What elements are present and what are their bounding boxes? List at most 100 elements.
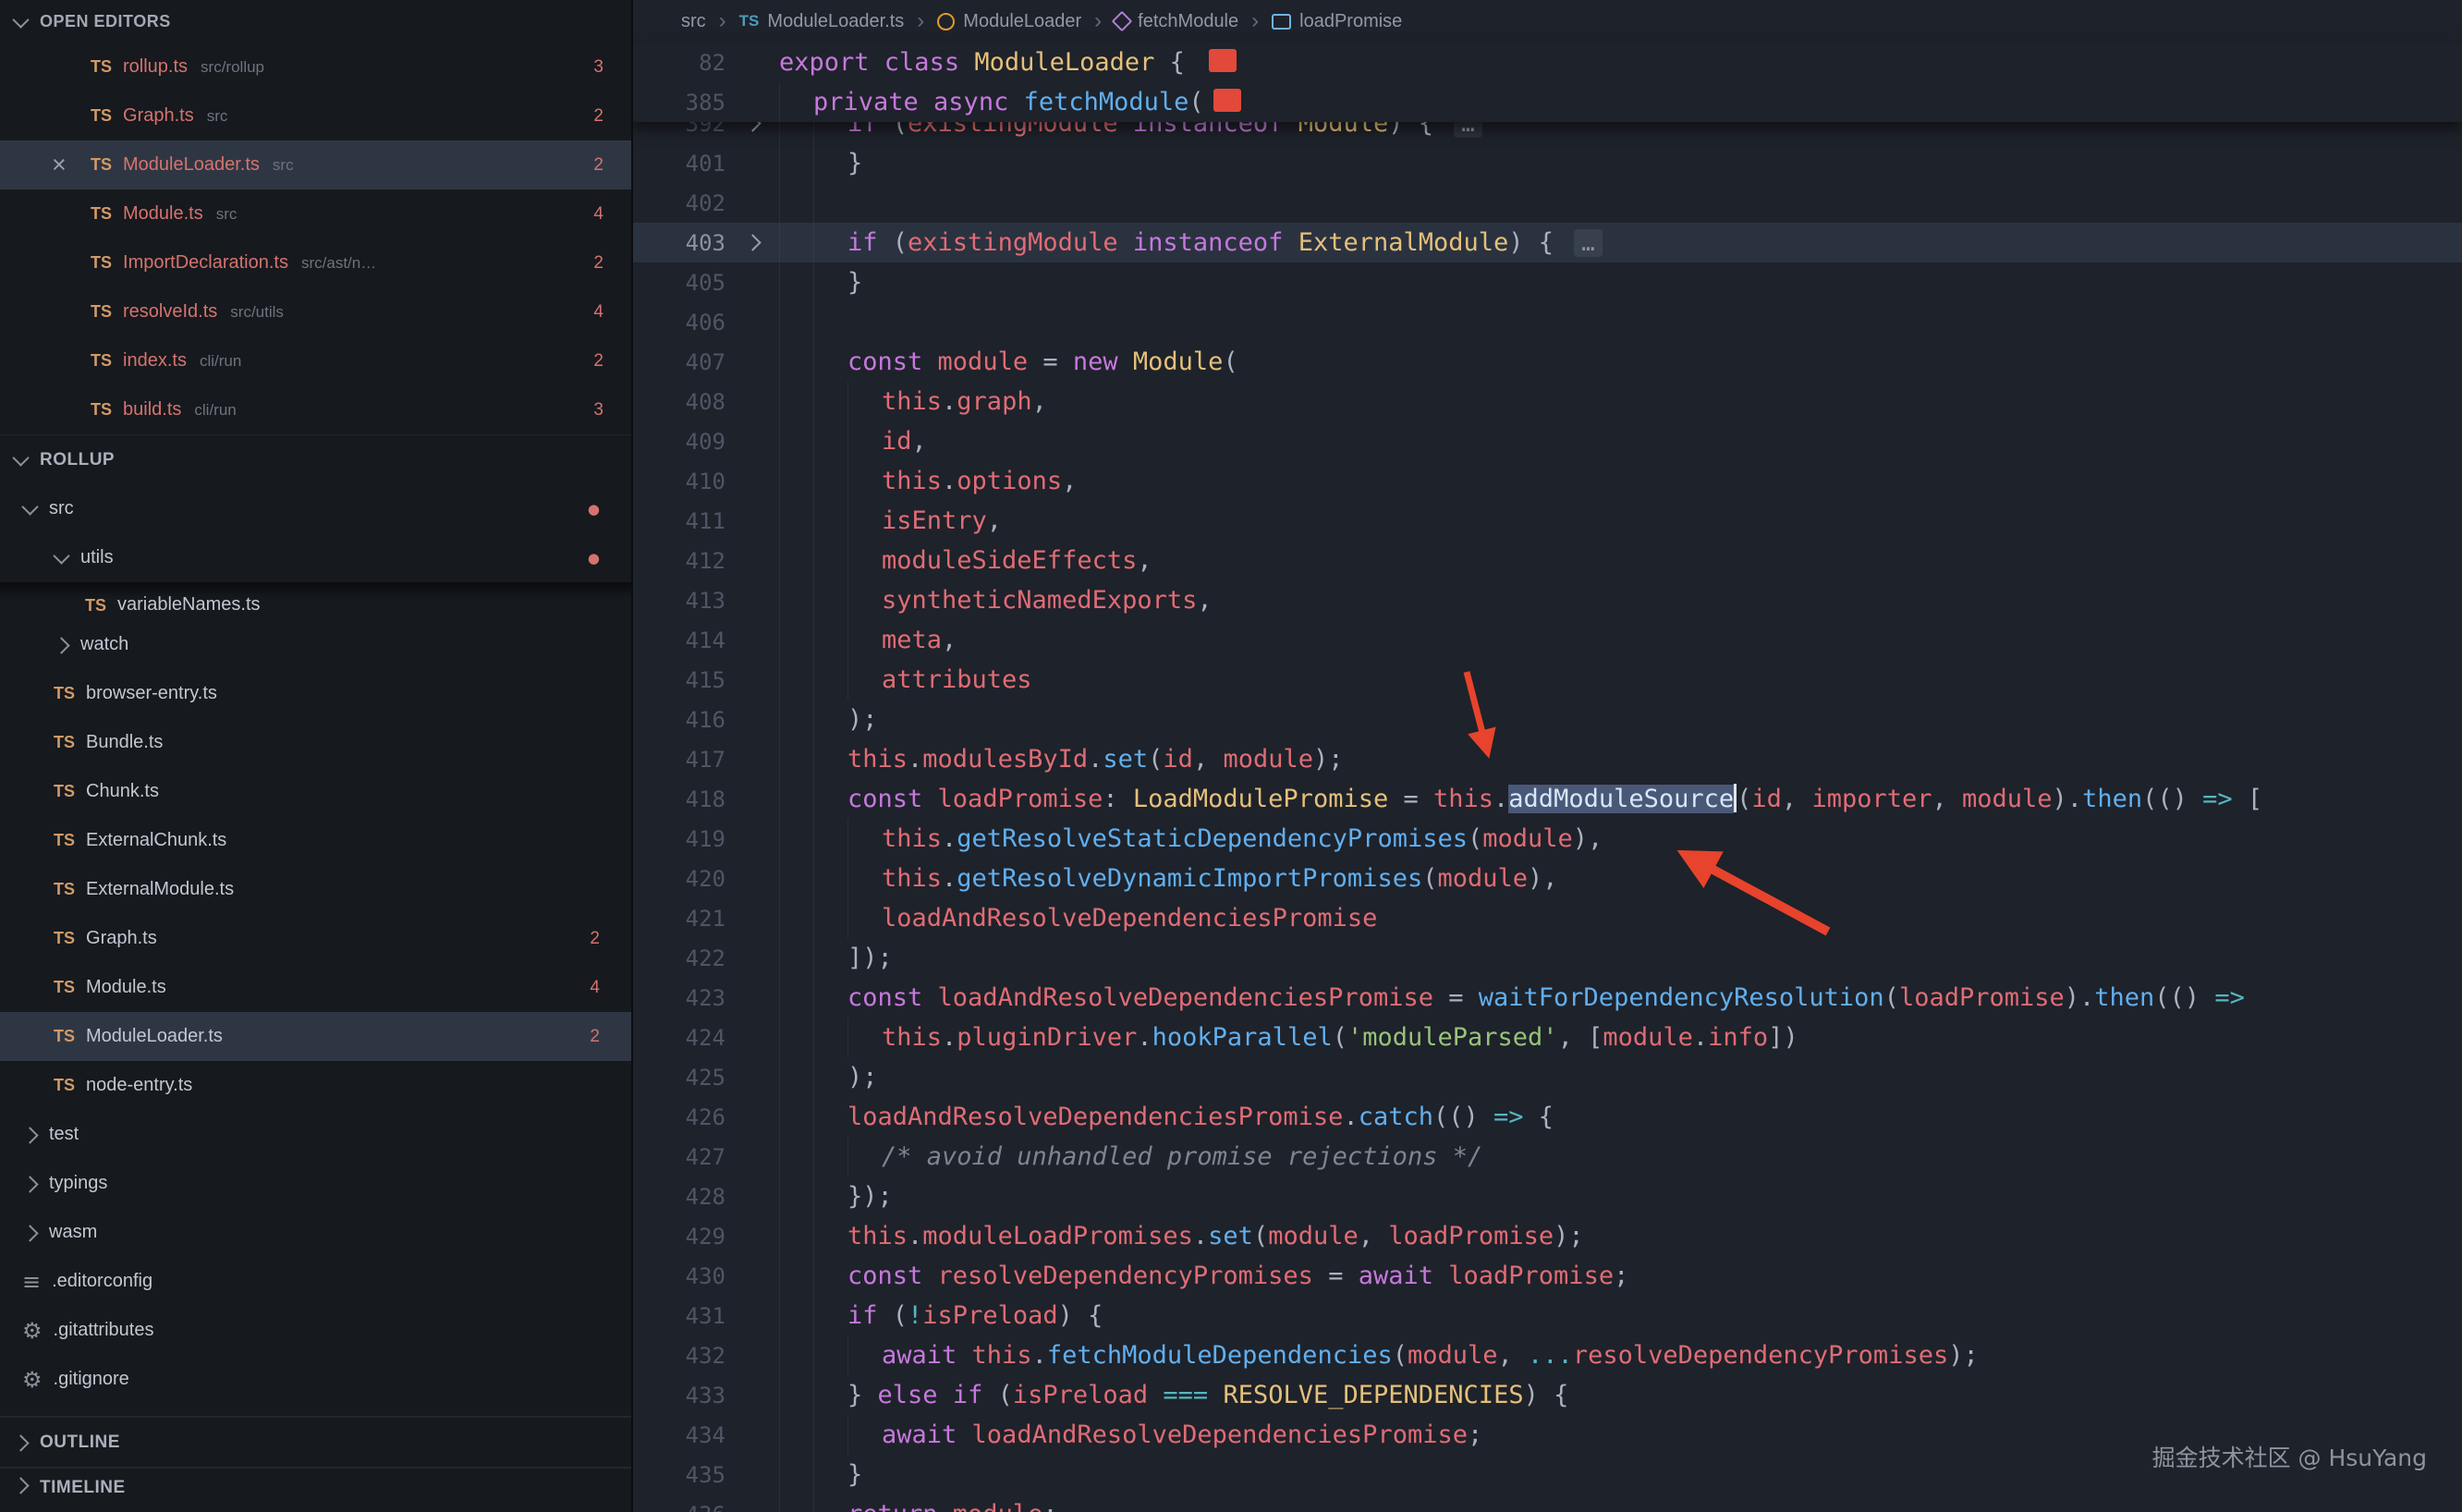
open-editor-filename: resolveId.ts <box>123 301 217 323</box>
outline-header[interactable]: OUTLINE <box>0 1416 631 1467</box>
tree-file-Bundle.ts[interactable]: TSBundle.ts <box>0 718 631 767</box>
breadcrumb-item-loadPromise[interactable]: loadPromise <box>1272 11 1402 32</box>
breadcrumb-label: fetchModule <box>1138 11 1238 32</box>
tree-root-header[interactable]: ROLLUP <box>0 435 631 484</box>
tree-file-variableNames.ts[interactable]: TSvariableNames.ts <box>0 582 631 620</box>
line-number: 401 <box>633 151 725 177</box>
tree-file-.gitattributes[interactable]: ⚙.gitattributes <box>0 1306 631 1355</box>
open-editor-item[interactable]: TSresolveId.tssrc/utils4 <box>0 287 631 336</box>
annotation-box <box>1209 49 1237 72</box>
open-editor-item[interactable]: TSbuild.tscli/run3 <box>0 385 631 434</box>
git-change-badge: 3 <box>593 400 603 421</box>
tree-file-.gitignore[interactable]: ⚙.gitignore <box>0 1355 631 1404</box>
tree-file-node-entry.ts[interactable]: TSnode-entry.ts <box>0 1061 631 1110</box>
ts-file-icon: TS <box>91 57 112 77</box>
code-line-416[interactable]: 416); <box>633 700 2462 739</box>
tree-folder-watch[interactable]: watch <box>0 620 631 669</box>
code-line-429[interactable]: 429this.moduleLoadPromises.set(module, l… <box>633 1216 2462 1256</box>
code-line-414[interactable]: 414meta, <box>633 620 2462 660</box>
open-editor-filepath: src/rollup <box>201 58 264 77</box>
breadcrumb-item-ModuleLoader.ts[interactable]: TSModuleLoader.ts <box>739 11 905 32</box>
fold-collapsed-icon[interactable] <box>725 237 779 249</box>
code-line-385[interactable]: 385private async fetchModule( <box>633 82 2462 122</box>
code-line-421[interactable]: 421loadAndResolveDependenciesPromise <box>633 898 2462 938</box>
close-icon[interactable]: × <box>52 152 91 177</box>
code-line-413[interactable]: 413syntheticNamedExports, <box>633 580 2462 620</box>
code-line-406[interactable]: 406 <box>633 302 2462 342</box>
code-line-417[interactable]: 417this.modulesById.set(id, module); <box>633 739 2462 779</box>
open-editors-header[interactable]: OPEN EDITORS <box>0 0 631 43</box>
line-number: 402 <box>633 190 725 216</box>
code-text: } <box>779 262 862 302</box>
code-viewport[interactable]: 392if (existingModule instanceof Module)… <box>633 122 2462 1512</box>
tree-item-label: ModuleLoader.ts <box>86 1026 223 1047</box>
tree-file-ExternalChunk.ts[interactable]: TSExternalChunk.ts <box>0 816 631 865</box>
timeline-header[interactable]: TIMELINE <box>0 1467 631 1512</box>
line-number: 432 <box>633 1343 725 1369</box>
tree-folder-test[interactable]: test <box>0 1110 631 1159</box>
code-line-427[interactable]: 427/* avoid unhandled promise rejections… <box>633 1137 2462 1177</box>
code-text: } else if (isPreload === RESOLVE_DEPENDE… <box>779 1375 1568 1415</box>
open-editor-filepath: src <box>273 156 294 175</box>
code-line-425[interactable]: 425); <box>633 1057 2462 1097</box>
watermark: 掘金技术社区 @ HsuYang <box>2152 1440 2427 1473</box>
tree-folder-wasm[interactable]: wasm <box>0 1208 631 1257</box>
tree-file-Graph.ts[interactable]: TSGraph.ts2 <box>0 914 631 963</box>
code-line-405[interactable]: 405} <box>633 262 2462 302</box>
tree-item-label: watch <box>80 634 128 655</box>
open-editor-item[interactable]: TSrollup.tssrc/rollup3 <box>0 43 631 91</box>
tree-file-.lintstagedrc.js[interactable]: JS.lintstagedrc.js <box>0 1404 631 1416</box>
code-text: this.getResolveDynamicImportPromises(mod… <box>779 859 1558 898</box>
code-line-431[interactable]: 431if (!isPreload) { <box>633 1296 2462 1335</box>
tree-folder-src[interactable]: src● <box>0 484 631 533</box>
code-line-409[interactable]: 409id, <box>633 421 2462 461</box>
open-editor-item[interactable]: TSindex.tscli/run2 <box>0 336 631 385</box>
tree-folder-typings[interactable]: typings <box>0 1159 631 1208</box>
code-line-418[interactable]: 418const loadPromise: LoadModulePromise … <box>633 779 2462 819</box>
code-line-432[interactable]: 432await this.fetchModuleDependencies(mo… <box>633 1335 2462 1375</box>
tree-file-Module.ts[interactable]: TSModule.ts4 <box>0 963 631 1012</box>
tree-file-.editorconfig[interactable]: ≡.editorconfig <box>0 1257 631 1306</box>
code-line-422[interactable]: 422]); <box>633 938 2462 978</box>
tree-file-ModuleLoader.ts[interactable]: TSModuleLoader.ts2 <box>0 1012 631 1061</box>
code-line-419[interactable]: 419this.getResolveStaticDependencyPromis… <box>633 819 2462 859</box>
chevron-separator-icon: › <box>917 8 924 34</box>
open-editor-item[interactable]: TSModule.tssrc4 <box>0 189 631 238</box>
code-line-423[interactable]: 423const loadAndResolveDependenciesPromi… <box>633 978 2462 1018</box>
tree-folder-utils[interactable]: utils● <box>0 533 631 582</box>
code-line-430[interactable]: 430const resolveDependencyPromises = awa… <box>633 1256 2462 1296</box>
breadcrumb-item-ModuleLoader[interactable]: ModuleLoader <box>937 11 1081 32</box>
code-line-415[interactable]: 415attributes <box>633 660 2462 700</box>
file-tree: ROLLUP src●utils●TSvariableNames.ts watch… <box>0 434 631 1416</box>
open-editor-item[interactable]: TSImportDeclaration.tssrc/ast/n…2 <box>0 238 631 287</box>
breadcrumb-item-src[interactable]: src <box>681 11 706 32</box>
code-line-436[interactable]: 436return module; <box>633 1494 2462 1512</box>
code-text: }); <box>779 1177 893 1216</box>
open-editor-filepath: src <box>207 107 228 126</box>
code-line-433[interactable]: 433} else if (isPreload === RESOLVE_DEPE… <box>633 1375 2462 1415</box>
breadcrumb-item-fetchModule[interactable]: fetchModule <box>1115 11 1238 32</box>
code-text: const module = new Module( <box>779 342 1238 382</box>
code-text: this.modulesById.set(id, module); <box>779 739 1344 779</box>
code-line-426[interactable]: 426loadAndResolveDependenciesPromise.cat… <box>633 1097 2462 1137</box>
code-line-402[interactable]: 402 <box>633 183 2462 223</box>
code-line-411[interactable]: 411isEntry, <box>633 501 2462 541</box>
code-line-407[interactable]: 407const module = new Module( <box>633 342 2462 382</box>
code-text: loadAndResolveDependenciesPromise.catch(… <box>779 1097 1554 1137</box>
code-line-392[interactable]: 392if (existingModule instanceof Module)… <box>633 122 2462 143</box>
code-line-424[interactable]: 424this.pluginDriver.hookParallel('modul… <box>633 1018 2462 1057</box>
tree-file-ExternalModule.ts[interactable]: TSExternalModule.ts <box>0 865 631 914</box>
code-line-412[interactable]: 412moduleSideEffects, <box>633 541 2462 580</box>
code-line-420[interactable]: 420this.getResolveDynamicImportPromises(… <box>633 859 2462 898</box>
code-line-401[interactable]: 401} <box>633 143 2462 183</box>
code-line-428[interactable]: 428}); <box>633 1177 2462 1216</box>
tree-file-Chunk.ts[interactable]: TSChunk.ts <box>0 767 631 816</box>
open-editor-item[interactable]: ×TSModuleLoader.tssrc2 <box>0 140 631 189</box>
tree-file-browser-entry.ts[interactable]: TSbrowser-entry.ts <box>0 669 631 718</box>
code-line-403[interactable]: 403if (existingModule instanceof Externa… <box>633 223 2462 262</box>
fold-collapsed-icon[interactable] <box>725 122 779 129</box>
open-editor-item[interactable]: TSGraph.tssrc2 <box>0 91 631 140</box>
code-line-408[interactable]: 408this.graph, <box>633 382 2462 421</box>
code-line-82[interactable]: 82export class ModuleLoader { <box>633 43 2462 82</box>
code-line-410[interactable]: 410this.options, <box>633 461 2462 501</box>
